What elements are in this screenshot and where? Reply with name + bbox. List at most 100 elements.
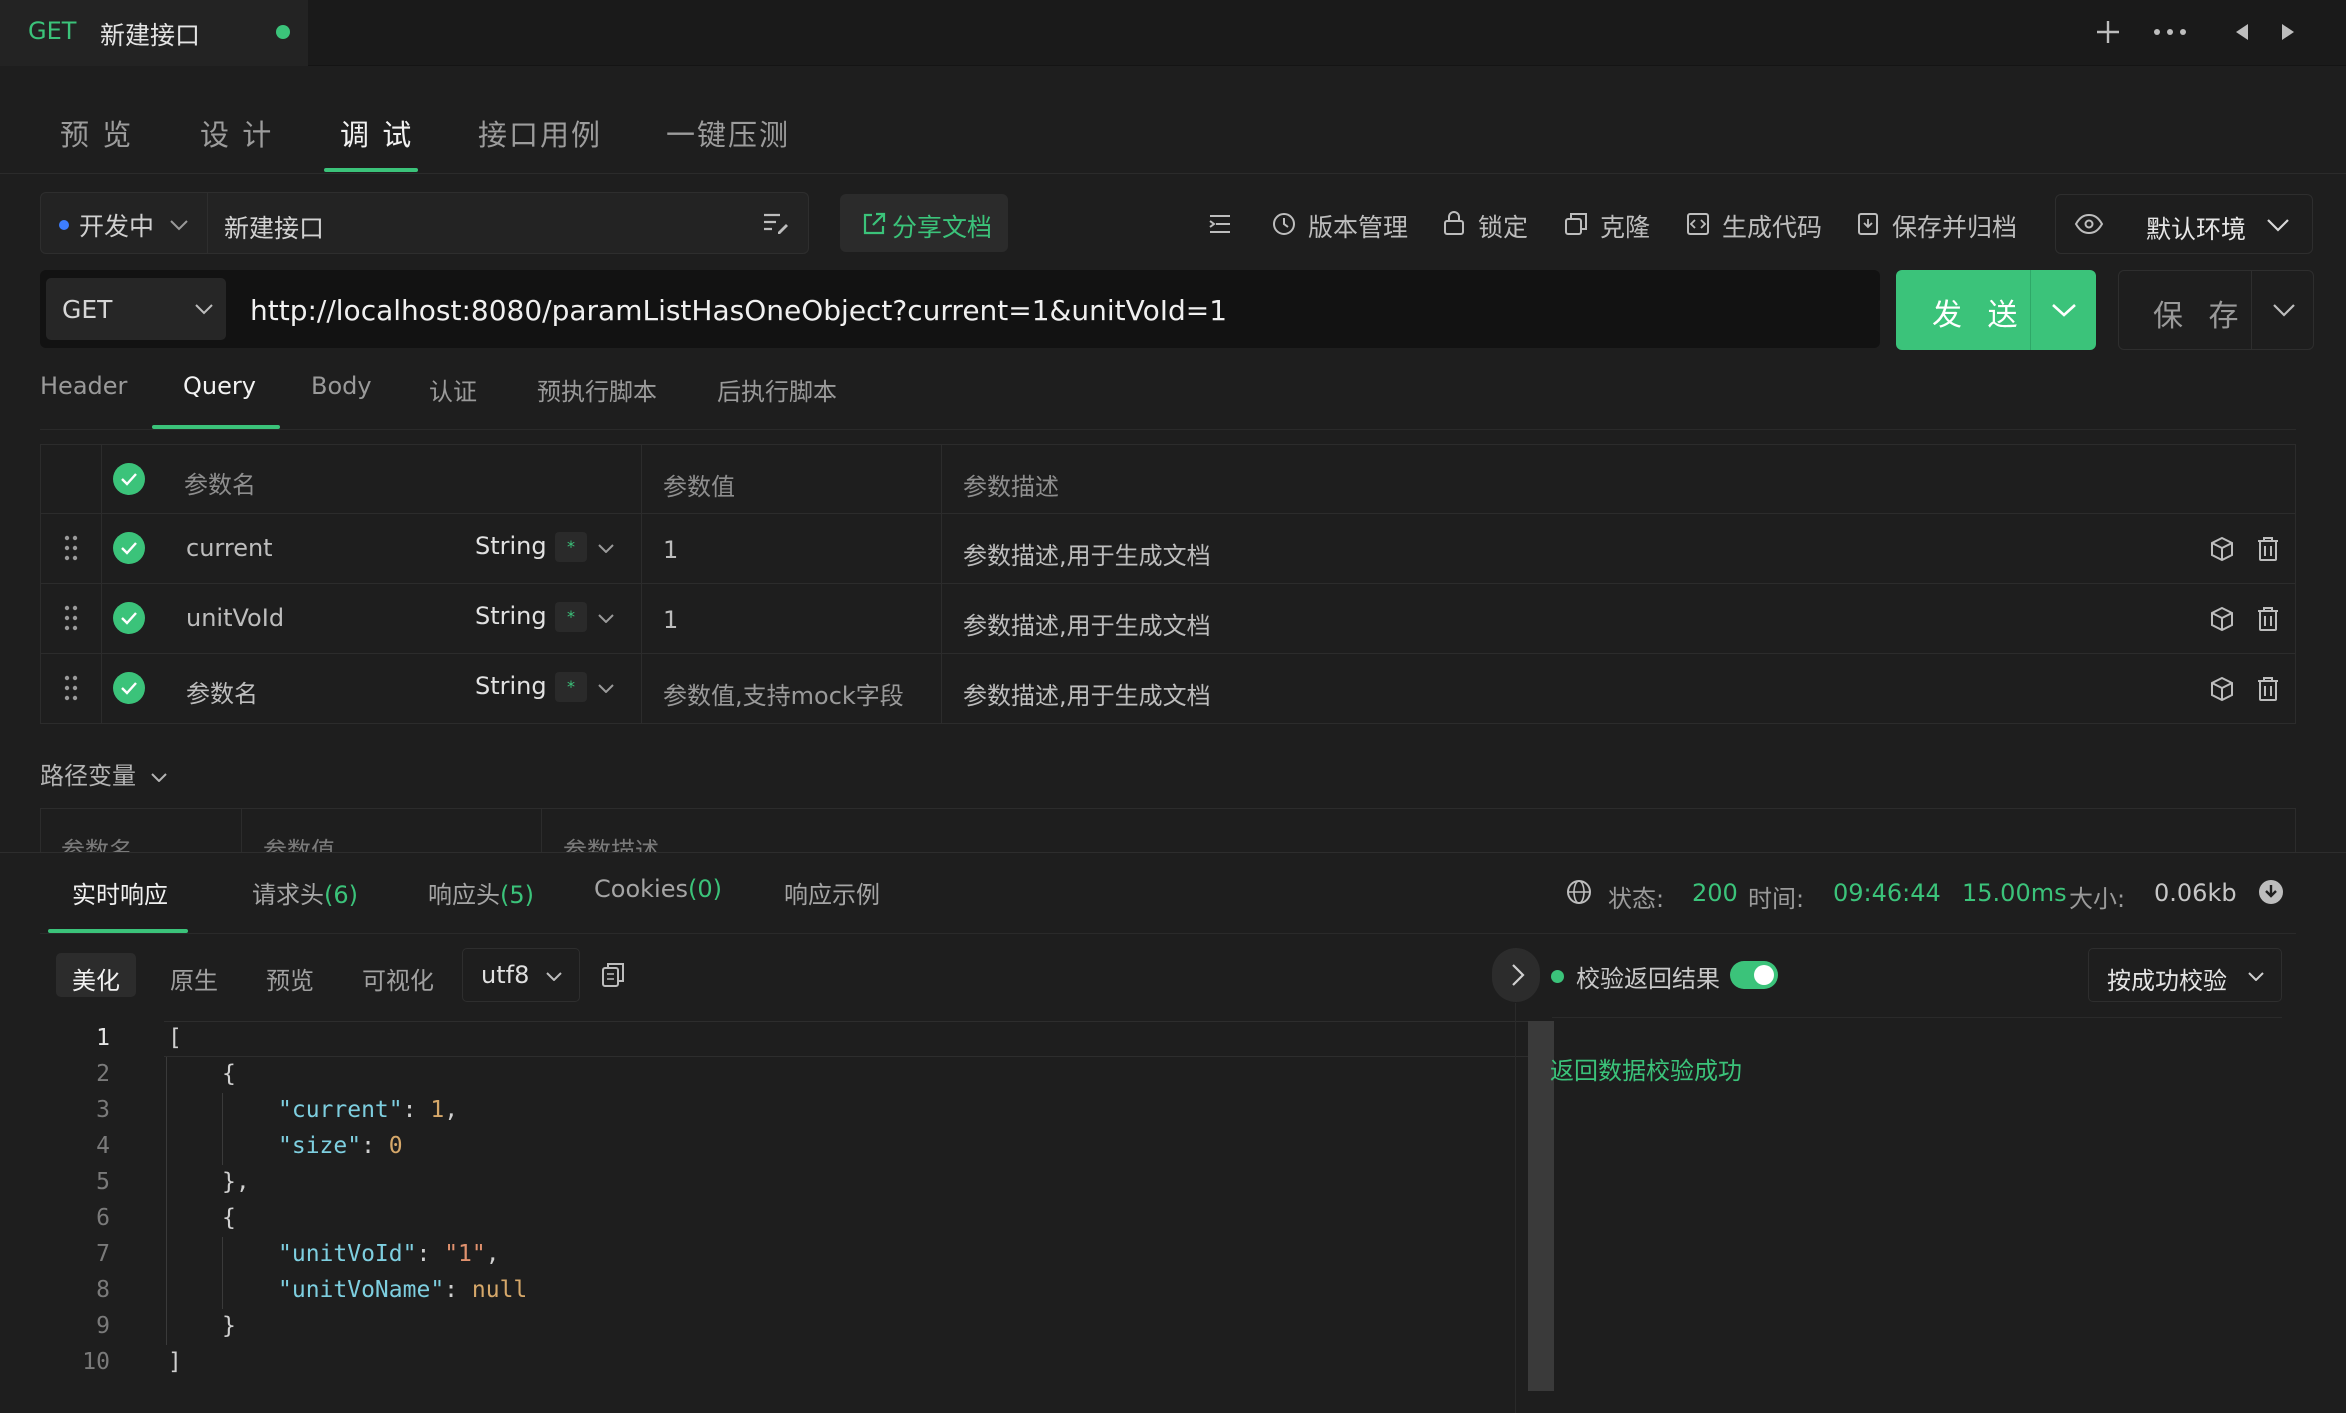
chevron-down-icon[interactable] [595,538,617,558]
param-name-input[interactable]: current [186,534,273,562]
response-body-editor[interactable]: 1 2 3 4 5 6 7 8 9 10 [ { "current": 1, "… [40,1021,1554,1411]
code-line: ] [168,1349,182,1375]
validation-mode-value: 按成功校验 [2107,967,2227,995]
response-duration: 15.00ms [1962,879,2067,907]
url-input[interactable]: http://localhost:8080/paramListHasOneObj… [250,294,1227,327]
tab-pre-script[interactable]: 预执行脚本 [537,372,657,407]
tab-query[interactable]: Query [183,372,256,400]
status-select[interactable]: 开发中 [40,192,208,254]
required-badge[interactable]: * [555,602,587,632]
param-value-input[interactable]: 1 [663,606,678,634]
cube-icon[interactable] [2207,674,2237,704]
param-type-select[interactable]: String [475,672,547,700]
required-badge[interactable]: * [555,672,587,702]
collapse-panel-button[interactable] [1492,948,1540,1002]
edit-description-icon[interactable] [760,207,792,239]
prev-tab-icon[interactable] [2230,18,2254,46]
lock-button[interactable]: 锁定 [1478,208,1528,244]
cube-icon[interactable] [2207,604,2237,634]
divider [40,933,2296,934]
format-beautify[interactable]: 美化 [56,953,136,997]
param-type-select[interactable]: String [475,602,547,630]
tab-preview[interactable]: 预 览 [60,112,133,154]
delete-icon[interactable] [2253,604,2283,634]
api-name-value: 新建接口 [224,214,325,243]
row-checkbox[interactable] [113,532,145,564]
divider [2030,270,2031,350]
time-label: 时间: [1748,885,1805,913]
copy-icon[interactable] [598,959,628,991]
more-icon[interactable] [2150,14,2190,50]
tab-body[interactable]: Body [311,372,372,400]
tab-auth[interactable]: 认证 [429,372,477,407]
delete-icon[interactable] [2253,674,2283,704]
eye-icon[interactable] [2072,209,2106,239]
tab-cookies[interactable]: Cookies(0) [594,875,722,903]
path-variables-toggle[interactable]: 路径变量 [40,756,168,791]
tab-header[interactable]: Header [40,372,127,400]
tab-response-example[interactable]: 响应示例 [784,875,880,910]
row-checkbox[interactable] [113,672,145,704]
param-desc-input[interactable]: 参数描述,用于生成文档 [963,536,1211,571]
delete-icon[interactable] [2253,534,2283,564]
code-line: }, [222,1169,250,1195]
param-desc-input[interactable]: 参数描述,用于生成文档 [963,676,1211,711]
add-icon[interactable] [2090,14,2126,50]
param-desc-input[interactable]: 参数描述,用于生成文档 [963,606,1211,641]
save-options-chevron-icon[interactable] [2259,297,2309,323]
drag-handle-icon[interactable] [57,672,85,704]
validate-toggle[interactable] [1730,961,1778,989]
param-value-input[interactable]: 1 [663,536,678,564]
tab-cases[interactable]: 接口用例 [478,112,602,154]
share-doc-button[interactable]: 分享文档 [840,194,1008,252]
current-line-highlight [164,1021,1530,1057]
row-checkbox[interactable] [113,602,145,634]
tab-post-script[interactable]: 后执行脚本 [717,372,837,407]
api-name-field[interactable]: 新建接口 [207,192,809,254]
tab-design[interactable]: 设 计 [200,112,273,154]
tab-debug[interactable]: 调 试 [340,112,413,154]
format-visualize[interactable]: 可视化 [346,953,450,997]
outline-icon[interactable] [1204,210,1236,238]
validate-result-label: 校验返回结果 [1576,965,1720,993]
line-number: 2 [96,1061,110,1087]
tab-load-test[interactable]: 一键压测 [666,112,790,154]
download-icon[interactable] [2256,877,2286,907]
tab-live-response[interactable]: 实时响应 [72,875,168,910]
encoding-select[interactable]: utf8 [462,948,580,1002]
required-badge[interactable]: * [555,532,587,562]
response-panel: 实时响应 请求头(6) 响应头(5) Cookies(0) 响应示例 状态: 2… [0,852,2346,1413]
version-button[interactable]: 版本管理 [1308,208,1408,244]
tab-request-headers[interactable]: 请求头(6) [252,875,358,910]
path-variables-title: 路径变量 [40,762,136,790]
chevron-down-icon[interactable] [595,678,617,698]
select-all-checkbox[interactable] [113,463,145,495]
generate-code-button[interactable]: 生成代码 [1722,208,1822,244]
chevron-down-icon[interactable] [595,608,617,628]
format-raw[interactable]: 原生 [154,953,234,997]
drag-handle-icon[interactable] [57,602,85,634]
next-tab-icon[interactable] [2276,18,2300,46]
save-archive-button[interactable]: 保存并归档 [1892,208,2017,244]
cube-icon[interactable] [2207,534,2237,564]
method-select[interactable]: GET [46,278,226,340]
code-line: "size": 0 [278,1133,403,1159]
tab-response-headers[interactable]: 响应头(5) [428,875,534,910]
save-button[interactable]: 保 存 [2118,270,2314,350]
clone-button[interactable]: 克隆 [1600,208,1650,244]
line-number: 4 [96,1133,110,1159]
param-name-input[interactable]: 参数名 [186,674,258,709]
validation-result-text: 返回数据校验成功 [1550,1057,1742,1085]
url-bar: GET http://localhost:8080/paramListHasOn… [40,270,1880,348]
validation-mode-select[interactable]: 按成功校验 [2088,948,2282,1002]
param-name-input[interactable]: unitVoId [186,604,284,632]
request-tab[interactable]: GET 新建接口 [0,0,308,66]
environment-select[interactable]: 默认环境 [2055,194,2313,254]
drag-handle-icon[interactable] [57,532,85,564]
format-preview[interactable]: 预览 [250,953,330,997]
send-button[interactable]: 发 送 [1896,270,2096,350]
param-value-input[interactable]: 参数值,支持mock字段 [663,676,904,711]
send-options-chevron-icon[interactable] [2036,296,2092,324]
save-label: 保 存 [2153,299,2247,334]
param-type-select[interactable]: String [475,532,547,560]
